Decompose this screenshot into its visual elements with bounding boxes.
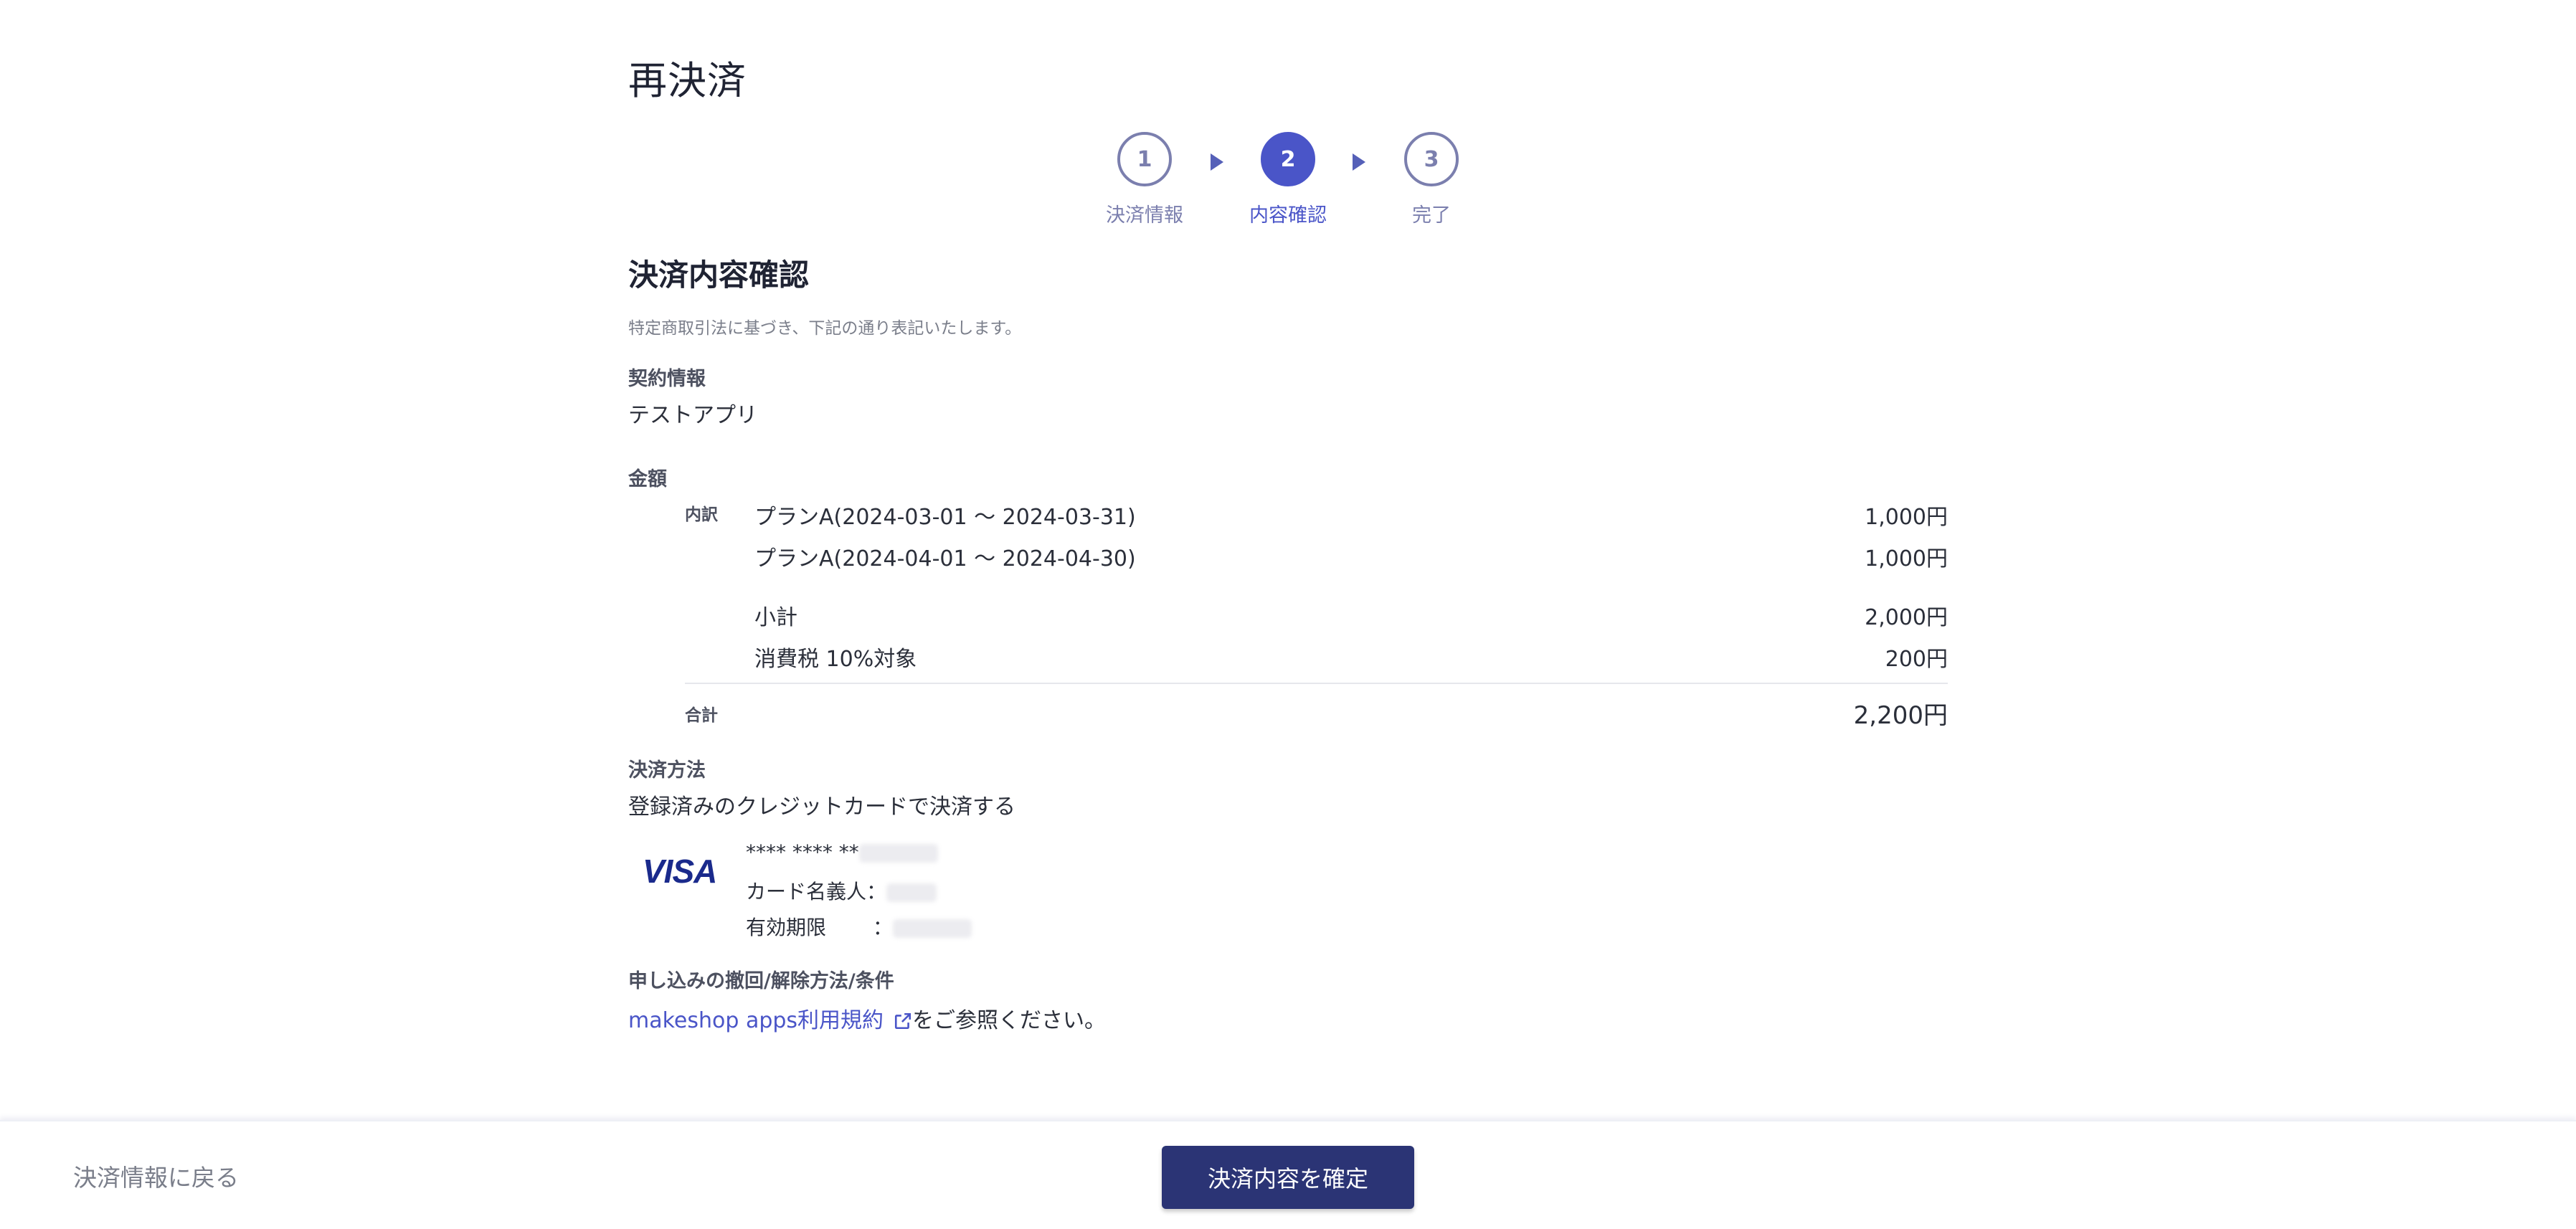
masked-value xyxy=(858,844,938,863)
amount-label: 金額 xyxy=(628,468,667,490)
subtotal-label: 小計 xyxy=(754,605,797,630)
step-1-label: 決済情報 xyxy=(1106,204,1183,227)
stepper: 1 決済情報 2 内容確認 3 完了 xyxy=(0,132,2576,232)
tax-value: 200円 xyxy=(1885,647,1948,672)
step-3-label: 完了 xyxy=(1412,204,1451,227)
card-holder: カード名義人： xyxy=(746,876,937,905)
visa-logo-icon: VISA xyxy=(643,853,717,890)
subtotal-value: 2,000円 xyxy=(1865,605,1948,630)
terms-link-text: makeshop apps利用規約 xyxy=(628,1008,884,1033)
payment-value: 登録済みのクレジットカードで決済する xyxy=(628,794,1015,820)
terms-suffix: をご参照ください。 xyxy=(912,1008,1107,1033)
terms-link[interactable]: makeshop apps利用規約 xyxy=(628,1008,912,1033)
step-2: 2 内容確認 xyxy=(1216,132,1360,227)
card-expiry-label: 有効期限 ： xyxy=(746,916,893,939)
line-item-name: プランA(2024-03-01 ～ 2024-03-31) xyxy=(754,505,1136,530)
step-2-circle: 2 xyxy=(1261,132,1315,186)
card-holder-label: カード名義人： xyxy=(746,880,887,903)
section-title: 決済内容確認 xyxy=(628,257,810,293)
total-value: 2,200円 xyxy=(1853,701,1948,730)
contract-value: テストアプリ xyxy=(628,403,757,428)
line-item-price: 1,000円 xyxy=(1865,546,1948,571)
tax-label: 消費税 10%対象 xyxy=(754,647,917,672)
card-expiry: 有効期限 ： xyxy=(746,912,972,941)
step-3: 3 完了 xyxy=(1360,132,1503,227)
confirm-payment-button[interactable]: 決済内容を確定 xyxy=(1162,1146,1414,1209)
external-link-icon xyxy=(894,1012,911,1030)
card-number-text: **** **** ** xyxy=(746,840,859,864)
breakdown-label: 内訳 xyxy=(685,506,718,524)
step-3-circle: 3 xyxy=(1404,132,1459,186)
divider xyxy=(685,683,1948,684)
line-item-name: プランA(2024-04-01 ～ 2024-04-30) xyxy=(754,546,1136,571)
back-button[interactable]: 決済情報に戻る xyxy=(73,1159,239,1193)
step-2-label: 内容確認 xyxy=(1249,204,1327,227)
contract-label: 契約情報 xyxy=(628,368,706,390)
lead-text: 特定商取引法に基づき、下記の通り表記いたします。 xyxy=(628,319,1022,338)
total-label: 合計 xyxy=(685,706,718,725)
terms-label: 申し込みの撤回/解除方法/条件 xyxy=(628,970,894,992)
masked-value xyxy=(886,883,937,902)
card-number: **** **** ** xyxy=(746,840,938,864)
page-title: 再決済 xyxy=(628,58,747,103)
line-item-price: 1,000円 xyxy=(1865,505,1948,530)
masked-value xyxy=(892,919,972,938)
step-1-circle: 1 xyxy=(1117,132,1172,186)
payment-label: 決済方法 xyxy=(628,759,706,782)
footer-bar: 決済情報に戻る 決済内容を確定 xyxy=(0,1120,2576,1229)
step-1: 1 決済情報 xyxy=(1073,132,1216,227)
terms-line: makeshop apps利用規約 をご参照ください。 xyxy=(628,1002,1106,1034)
